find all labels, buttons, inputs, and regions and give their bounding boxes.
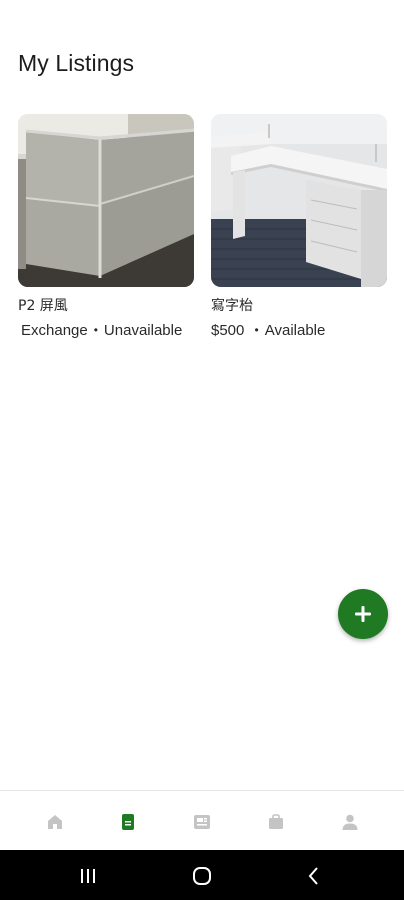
listing-status: Unavailable xyxy=(103,322,183,339)
listing-title: 寫字枱 xyxy=(211,298,253,314)
listing-card[interactable]: 寫字枱 $500 • Available xyxy=(211,114,387,339)
back-button[interactable] xyxy=(302,864,326,888)
nav-profile[interactable] xyxy=(339,811,361,833)
listing-price: $500 xyxy=(211,322,249,339)
bottom-navigation xyxy=(0,790,404,850)
nav-shop[interactable] xyxy=(265,811,287,833)
home-icon xyxy=(48,815,62,829)
bag-icon xyxy=(269,814,283,829)
page-title: My Listings xyxy=(18,50,135,76)
listing-title: P2 屏風 xyxy=(18,298,68,314)
feed-icon xyxy=(194,815,210,829)
nav-my-listings[interactable] xyxy=(117,811,139,833)
listing-image[interactable] xyxy=(18,114,194,287)
listing-price: Exchange xyxy=(21,322,88,339)
listing-card[interactable]: P2 屏風 Exchange • Unavailable xyxy=(18,114,194,339)
listing-image[interactable] xyxy=(211,114,387,287)
back-chevron-icon xyxy=(308,867,318,885)
recent-apps-button[interactable] xyxy=(76,864,100,888)
system-navigation-bar xyxy=(0,850,404,900)
listing-status: Available xyxy=(264,322,326,339)
nav-home[interactable] xyxy=(44,811,66,833)
recent-apps-icon xyxy=(81,869,95,883)
nav-feed[interactable] xyxy=(191,811,213,833)
home-system-button[interactable] xyxy=(190,864,214,888)
plus-icon xyxy=(355,606,371,622)
profile-icon xyxy=(342,814,358,830)
listing-meta: $500 • Available xyxy=(211,322,387,339)
separator-dot: • xyxy=(93,323,98,337)
add-listing-button[interactable] xyxy=(338,589,388,639)
listing-meta: Exchange • Unavailable xyxy=(18,322,194,339)
home-circle-icon xyxy=(193,867,211,885)
listings-icon xyxy=(122,814,134,830)
separator-dot: • xyxy=(254,323,259,337)
